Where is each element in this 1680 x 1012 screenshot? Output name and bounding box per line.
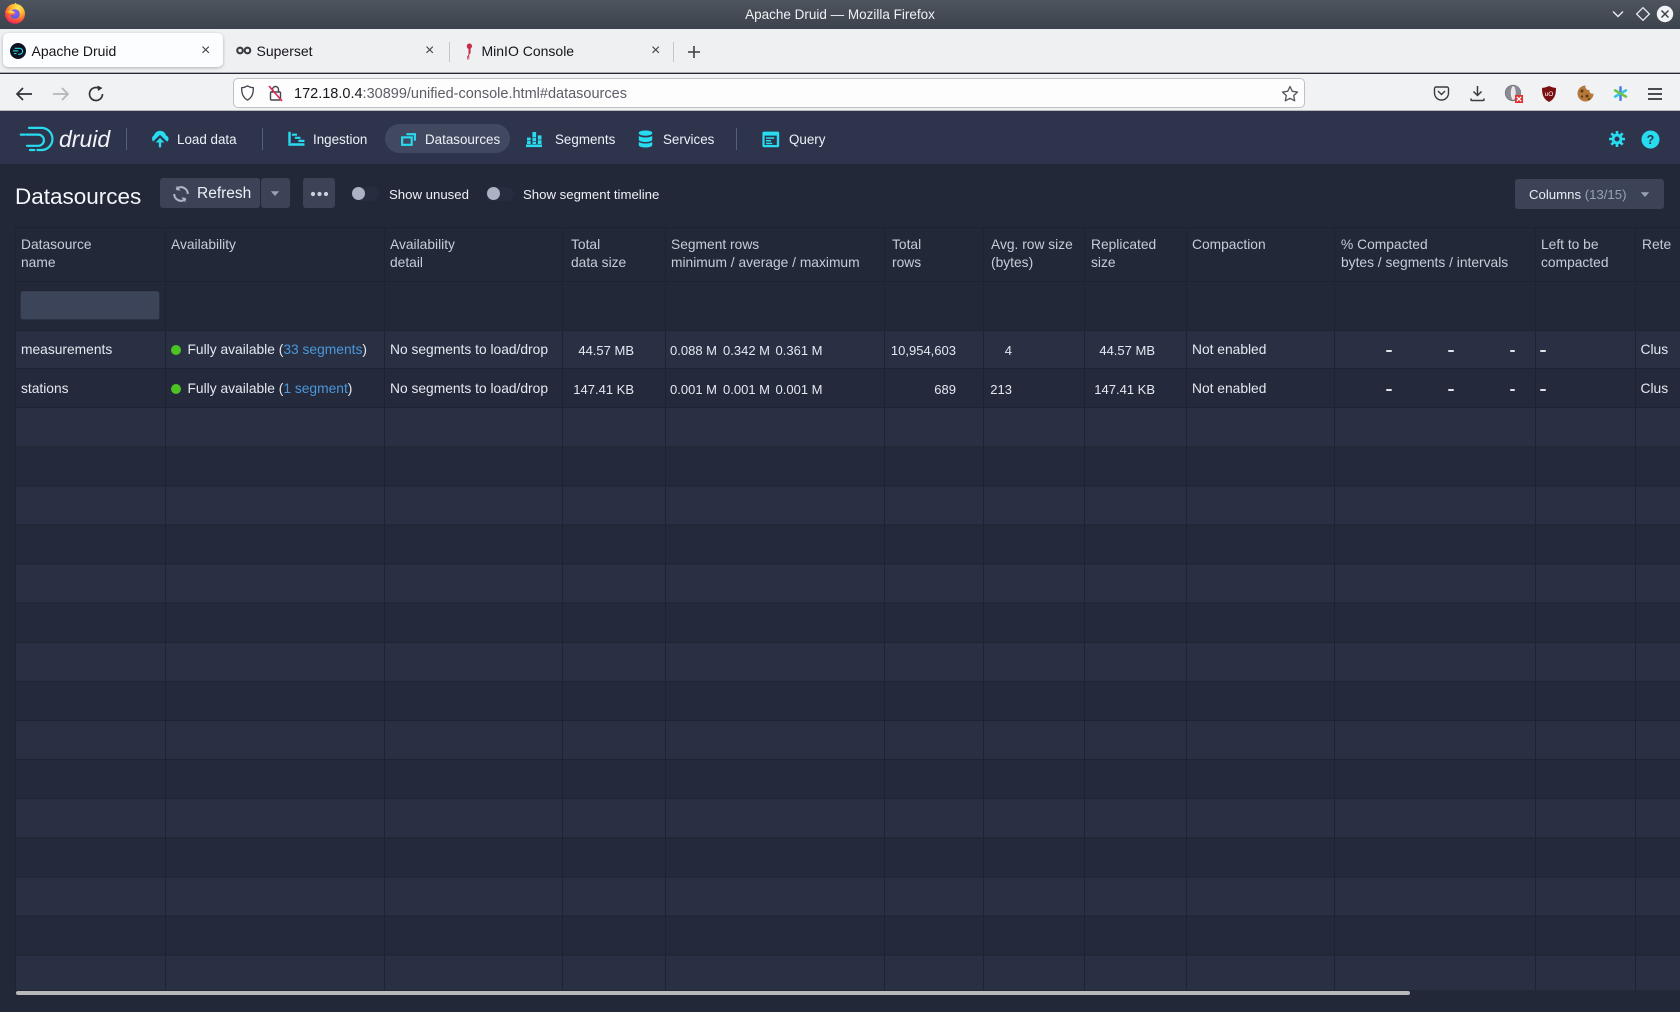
svg-text:uO: uO — [1545, 91, 1554, 98]
svg-text:?: ? — [1647, 133, 1655, 147]
